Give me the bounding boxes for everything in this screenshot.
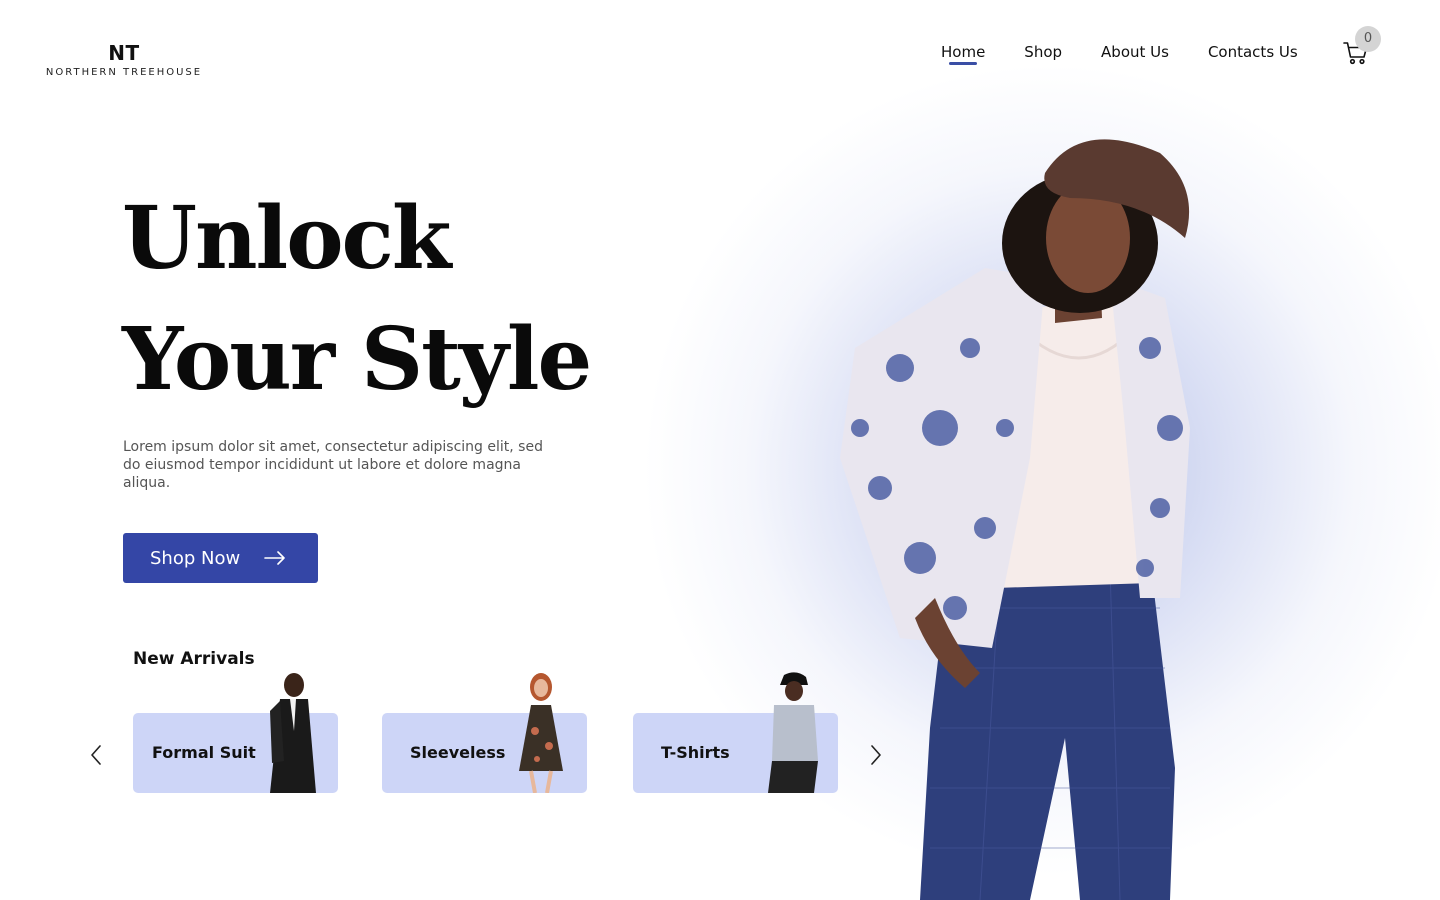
hero-description: Lorem ipsum dolor sit amet, consectetur …	[123, 439, 543, 491]
arrival-card-t-shirts[interactable]: T-Shirts	[633, 672, 838, 793]
brand-logo[interactable]: NT NORTHERN TREEHOUSE	[43, 42, 205, 78]
main-nav: Home Shop About Us Contacts Us	[941, 42, 1337, 65]
hero-title-line-1: Unlock	[122, 188, 452, 289]
arrival-card-formal-suit[interactable]: Formal Suit	[133, 673, 338, 793]
nav-item-shop[interactable]: Shop	[1024, 42, 1062, 62]
hero-title: Unlock Your Style	[122, 178, 592, 420]
nav-item-contacts-us[interactable]: Contacts Us	[1208, 42, 1298, 62]
logo-mark: NT	[108, 41, 140, 65]
arrival-card-label: T-Shirts	[661, 743, 730, 762]
logo-name: NORTHERN TREEHOUSE	[45, 67, 203, 78]
chevron-right-icon[interactable]	[869, 744, 883, 766]
arrow-right-icon	[264, 551, 286, 565]
shop-now-label: Shop Now	[150, 547, 241, 569]
shop-now-button[interactable]: Shop Now	[123, 533, 318, 583]
chevron-left-icon[interactable]	[89, 744, 103, 766]
new-arrivals-title: New Arrivals	[133, 649, 255, 669]
arrival-card-sleeveless[interactable]: Sleeveless	[382, 673, 587, 793]
nav-item-home[interactable]: Home	[941, 42, 985, 65]
cart-count-badge[interactable]: 0	[1355, 26, 1381, 52]
sleeveless-figure-image	[519, 673, 563, 793]
hero-title-line-2: Your Style	[122, 309, 592, 410]
t-shirts-figure-image	[768, 672, 818, 793]
arrival-card-label: Formal Suit	[152, 743, 256, 762]
formal-suit-figure-image	[270, 673, 316, 793]
arrival-card-label: Sleeveless	[410, 743, 506, 762]
nav-item-about-us[interactable]: About Us	[1101, 42, 1169, 62]
hero-model-image	[780, 128, 1220, 900]
